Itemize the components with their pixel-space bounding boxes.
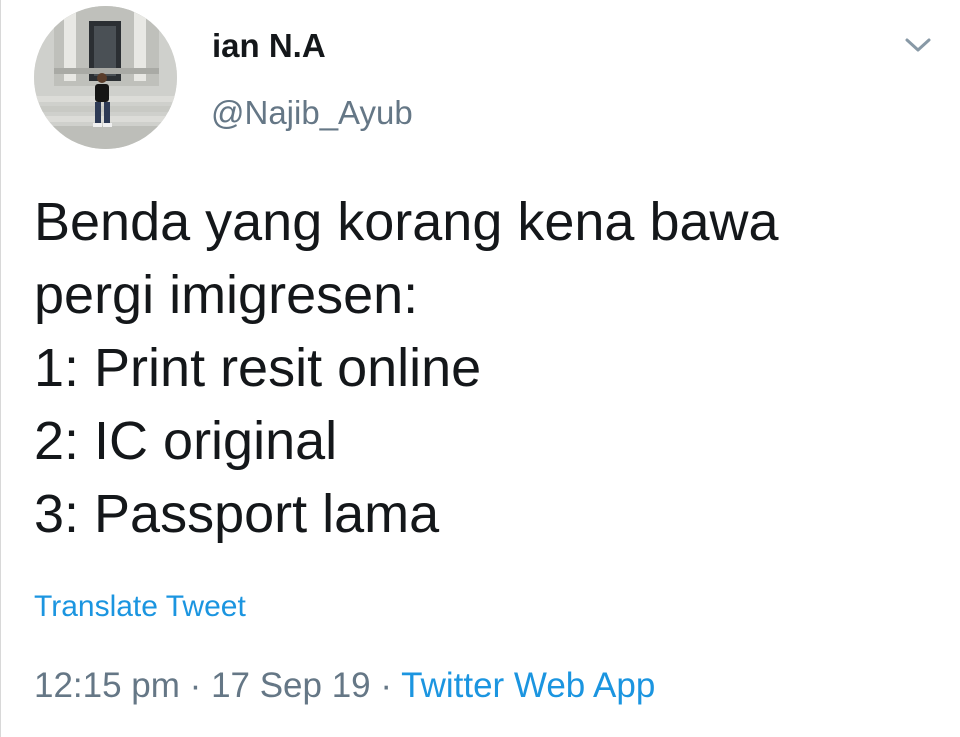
tweet-time[interactable]: 12:15 pm [34, 666, 180, 705]
meta-separator: · [380, 666, 393, 705]
author-handle[interactable]: @Najib_Ayub [211, 96, 413, 129]
tweet-source-link[interactable]: Twitter Web App [401, 666, 655, 705]
tweet-line: 3: Passport lama [34, 484, 440, 544]
tweet-meta: 12:15 pm · 17 Sep 19 · Twitter Web App [34, 668, 655, 703]
tweet-line: 1: Print resit online [34, 338, 482, 398]
avatar[interactable] [34, 6, 177, 149]
tweet-card: ian N.A @Najib_Ayub Benda yang korang ke… [0, 0, 960, 737]
tweet-text: Benda yang korang kena bawa pergi imigre… [34, 186, 934, 551]
translate-tweet-link[interactable]: Translate Tweet [34, 592, 246, 622]
meta-separator: · [189, 666, 202, 705]
tweet-line: 2: IC original [34, 411, 338, 471]
avatar-photo [34, 6, 177, 149]
author-name[interactable]: ian N.A [212, 29, 326, 62]
tweet-line: pergi imigresen: [34, 265, 419, 325]
tweet-line: Benda yang korang kena bawa [34, 192, 779, 252]
chevron-down-icon[interactable] [898, 30, 938, 60]
tweet-date[interactable]: 17 Sep 19 [211, 666, 371, 705]
